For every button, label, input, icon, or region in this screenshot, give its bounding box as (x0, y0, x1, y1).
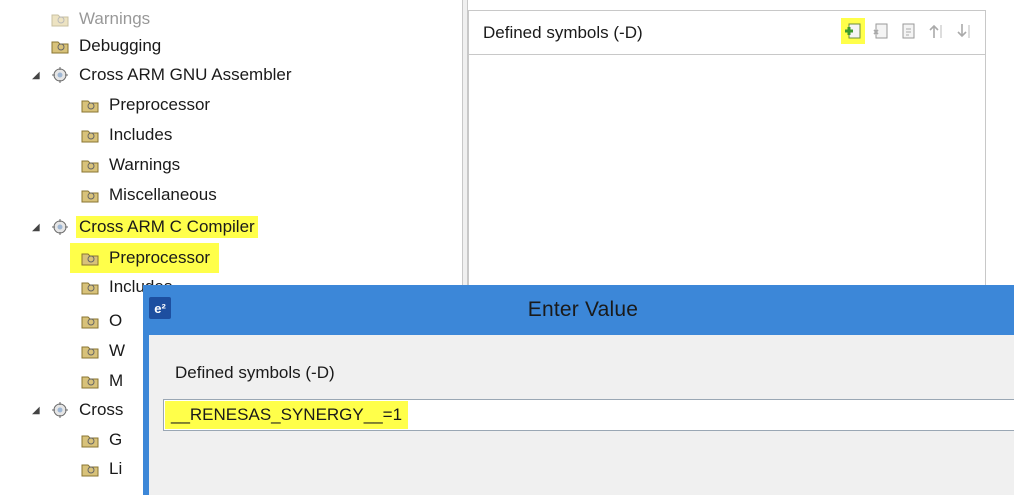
tree-item-label: M (109, 371, 124, 390)
tool-folder-icon (80, 95, 100, 115)
enter-value-dialog: e² Enter Value Defined symbols (-D) __RE… (143, 285, 1014, 495)
tree-item-label: Li (109, 459, 123, 478)
tree-item-label: W (109, 341, 126, 360)
tree-item-c-preprocessor[interactable]: Preprocessor (70, 243, 220, 273)
value-input-text[interactable]: __RENESAS_SYNERGY__=1 (165, 401, 409, 429)
tool-folder-icon (80, 125, 100, 145)
tree-item-label: Cross ARM C Compiler (76, 216, 258, 238)
tree-item-label: Cross ARM GNU Assembler (79, 65, 292, 84)
tree-item-label: Warnings (109, 155, 181, 174)
value-field-label: Defined symbols (-D) (175, 363, 335, 382)
tree-item-label: O (109, 311, 123, 330)
tool-folder-icon (80, 185, 100, 205)
tree-item-debugging[interactable]: Debugging (50, 31, 164, 61)
collapse-arrow-icon[interactable]: ◢ (32, 405, 40, 416)
dialog-title: Enter Value (527, 298, 639, 321)
edit-icon[interactable] (897, 18, 921, 44)
tool-folder-icon (80, 248, 100, 268)
tree-item-c-optimization[interactable]: O (80, 306, 125, 336)
panel-title: Defined symbols (-D) (483, 23, 643, 42)
tree-item-label: Warnings (79, 9, 151, 28)
tree-item-linker-libraries[interactable]: Li (80, 454, 125, 484)
tree-item-warnings-top[interactable]: Warnings (50, 4, 153, 34)
dialog-titlebar[interactable]: e² Enter Value (143, 285, 1014, 335)
list-toolbar (841, 18, 977, 44)
tree-item-asm-preprocessor[interactable]: Preprocessor (80, 90, 213, 120)
tree-item-label: Includes (109, 125, 173, 144)
tree-item-label: G (109, 430, 123, 449)
tool-folder-icon (80, 430, 100, 450)
tree-item-asm-warnings[interactable]: Warnings (80, 150, 183, 180)
dialog-body: Defined symbols (-D) __RENESAS_SYNERGY__… (149, 335, 1014, 495)
tree-item-label: Preprocessor (109, 95, 211, 114)
tool-folder-icon (80, 341, 100, 361)
tree-item-gnu-assembler[interactable]: Cross ARM GNU Assembler (50, 60, 295, 90)
tool-folder-icon (80, 311, 100, 331)
tree-item-label: Cross (79, 400, 124, 419)
tree-item-linker-general[interactable]: G (80, 425, 125, 455)
tool-folder-icon (80, 459, 100, 479)
tree-item-c-warnings[interactable]: W (80, 336, 128, 366)
gear-tool-icon (50, 65, 70, 85)
tree-item-label: Debugging (79, 36, 162, 55)
tree-item-asm-miscellaneous[interactable]: Miscellaneous (80, 180, 220, 210)
gear-tool-icon (50, 217, 70, 237)
tool-folder-icon (50, 36, 70, 56)
tool-folder-icon (50, 9, 70, 29)
tree-item-c-misc[interactable]: M (80, 366, 126, 396)
collapse-arrow-icon[interactable]: ◢ (32, 222, 40, 233)
move-down-icon[interactable] (953, 18, 977, 44)
tool-folder-icon (80, 371, 100, 391)
collapse-arrow-icon[interactable]: ◢ (32, 70, 40, 81)
tree-item-label: Miscellaneous (109, 185, 217, 204)
tool-folder-icon (80, 155, 100, 175)
tree-item-asm-includes[interactable]: Includes (80, 120, 175, 150)
tree-item-label: Preprocessor (109, 248, 211, 267)
add-icon[interactable] (841, 18, 865, 44)
move-up-icon[interactable] (925, 18, 949, 44)
list-header: Defined symbols (-D) (468, 10, 986, 54)
tree-item-cross-linker[interactable]: Cross (50, 395, 126, 425)
tree-item-c-compiler[interactable]: Cross ARM C Compiler (50, 212, 258, 242)
tool-folder-icon (80, 277, 100, 297)
gear-tool-icon (50, 400, 70, 420)
delete-icon[interactable] (869, 18, 893, 44)
